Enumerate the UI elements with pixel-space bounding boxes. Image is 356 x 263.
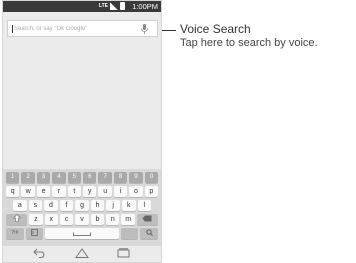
- key-u[interactable]: u: [98, 186, 112, 197]
- search-key[interactable]: [140, 228, 158, 239]
- status-icons: LTE: [99, 2, 125, 10]
- navigation-bar: [3, 246, 161, 262]
- key-d[interactable]: d: [44, 200, 58, 211]
- key-o[interactable]: o: [129, 186, 143, 197]
- key-y[interactable]: y: [83, 186, 97, 197]
- signal-icon: [110, 2, 118, 10]
- number-row: 1234567890: [6, 172, 159, 183]
- key-2[interactable]: 2: [21, 172, 35, 183]
- key-f[interactable]: f: [59, 200, 74, 211]
- backspace-key[interactable]: [136, 214, 158, 225]
- key-t[interactable]: t: [67, 186, 82, 197]
- key-1[interactable]: 1: [6, 172, 20, 183]
- key-row-3: zxcvbnm: [6, 214, 158, 225]
- settings-key[interactable]: [25, 228, 44, 239]
- key-x[interactable]: x: [44, 214, 58, 225]
- key-c[interactable]: c: [59, 214, 74, 225]
- key-6[interactable]: 6: [83, 172, 97, 183]
- search-bar[interactable]: [7, 20, 158, 37]
- keyboard-settings-icon: [30, 229, 38, 236]
- key-9[interactable]: 9: [129, 172, 143, 183]
- key-7[interactable]: 7: [98, 172, 112, 183]
- search-icon: [146, 229, 153, 236]
- key-p[interactable]: p: [144, 186, 159, 197]
- status-bar: LTE 1:00PM: [3, 1, 161, 12]
- key-row-1: qwertyuiop: [6, 186, 159, 197]
- key-5[interactable]: 5: [67, 172, 82, 183]
- key-m[interactable]: m: [121, 214, 135, 225]
- search-input[interactable]: [14, 22, 134, 36]
- key-i[interactable]: i: [113, 186, 128, 197]
- key-4[interactable]: 4: [52, 172, 66, 183]
- key-n[interactable]: n: [106, 214, 120, 225]
- status-time: 1:00PM: [132, 2, 158, 11]
- microphone-icon[interactable]: [140, 24, 149, 35]
- shift-key[interactable]: [6, 214, 28, 225]
- key-k[interactable]: k: [121, 200, 136, 211]
- key-w[interactable]: w: [21, 186, 35, 197]
- key-s[interactable]: s: [28, 200, 43, 211]
- callout-description: Tap here to search by voice.: [180, 37, 318, 49]
- backspace-icon: [142, 215, 152, 222]
- key-j[interactable]: j: [106, 200, 120, 211]
- back-icon[interactable]: [33, 248, 46, 258]
- key-a[interactable]: a: [13, 200, 27, 211]
- text-cursor: [12, 25, 13, 33]
- home-icon[interactable]: [75, 248, 89, 258]
- key-l[interactable]: l: [137, 200, 152, 211]
- symbols-key[interactable]: ?!#: [6, 228, 24, 239]
- battery-icon: [120, 2, 125, 10]
- period-key[interactable]: [120, 228, 139, 239]
- key-e[interactable]: e: [36, 186, 51, 197]
- key-v[interactable]: v: [75, 214, 89, 225]
- callout-pointer-line: [162, 30, 176, 31]
- key-g[interactable]: g: [75, 200, 89, 211]
- key-3[interactable]: 3: [36, 172, 51, 183]
- key-h[interactable]: h: [90, 200, 105, 211]
- space-bar-icon: [73, 232, 91, 236]
- shift-icon: [12, 214, 21, 222]
- space-key[interactable]: [45, 228, 119, 239]
- key-row-2: asdfghjkl: [13, 200, 152, 211]
- callout-title: Voice Search: [180, 22, 251, 36]
- phone-screen: LTE 1:00PM 1234567890 qwertyuiop asdfghj…: [2, 0, 162, 263]
- key-r[interactable]: r: [52, 186, 66, 197]
- key-b[interactable]: b: [90, 214, 105, 225]
- key-z[interactable]: z: [29, 214, 43, 225]
- key-row-4: ?!#: [6, 228, 158, 239]
- key-8[interactable]: 8: [113, 172, 128, 183]
- key-0[interactable]: 0: [144, 172, 159, 183]
- key-q[interactable]: q: [6, 186, 20, 197]
- keyboard: 1234567890 qwertyuiop asdfghjkl zxcvbnm …: [3, 169, 161, 247]
- lte-indicator: LTE: [98, 2, 108, 9]
- recent-apps-icon[interactable]: [117, 248, 130, 258]
